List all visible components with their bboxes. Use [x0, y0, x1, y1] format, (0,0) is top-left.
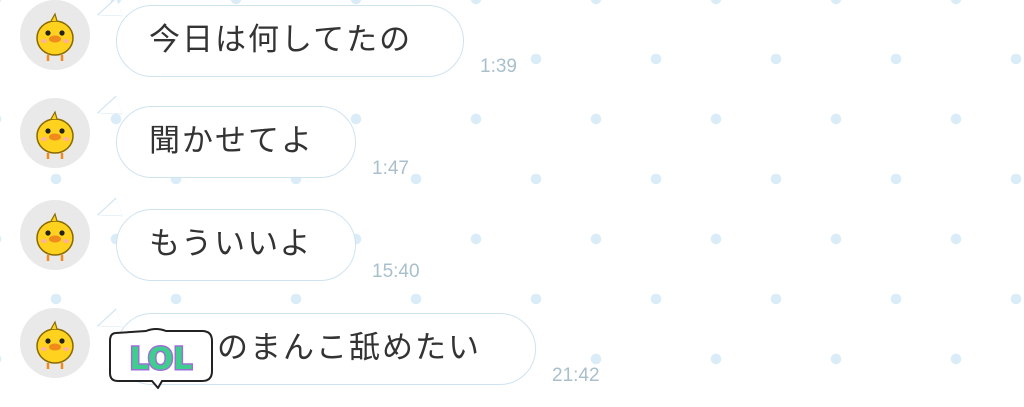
avatar[interactable] [20, 308, 90, 378]
message-row: 今日は何してたの 1:39 [0, 0, 1024, 90]
message-row: もういいよ 15:40 [0, 197, 1024, 290]
chick-icon [36, 320, 74, 369]
message-bubble[interactable]: 今日は何してたの [116, 5, 464, 77]
lol-sticker[interactable]: LOL [106, 325, 216, 389]
message-time: 21:42 [552, 365, 600, 386]
sticker-text: LOL [130, 342, 193, 377]
message-bubble[interactable]: もういいよ [116, 209, 356, 281]
message-text: のまんこ舐めたい [217, 330, 481, 366]
message-time: 1:39 [480, 56, 517, 77]
message-time: 1:47 [372, 158, 409, 179]
message-time: 15:40 [372, 261, 420, 282]
message-bubble[interactable]: 聞かせてよ [116, 106, 356, 178]
chick-icon [36, 110, 74, 159]
message-text: もういいよ [149, 226, 313, 262]
avatar[interactable] [20, 200, 90, 270]
message-text: 今日は何してたの [149, 22, 413, 58]
avatar[interactable] [20, 0, 90, 70]
avatar[interactable] [20, 98, 90, 168]
message-row: のまんこ舐めたい LOL 21:42 [0, 305, 1024, 395]
message-text: 聞かせてよ [149, 123, 314, 159]
message-row: 聞かせてよ 1:47 [0, 95, 1024, 188]
chick-icon [36, 212, 74, 261]
chick-icon [36, 12, 74, 61]
